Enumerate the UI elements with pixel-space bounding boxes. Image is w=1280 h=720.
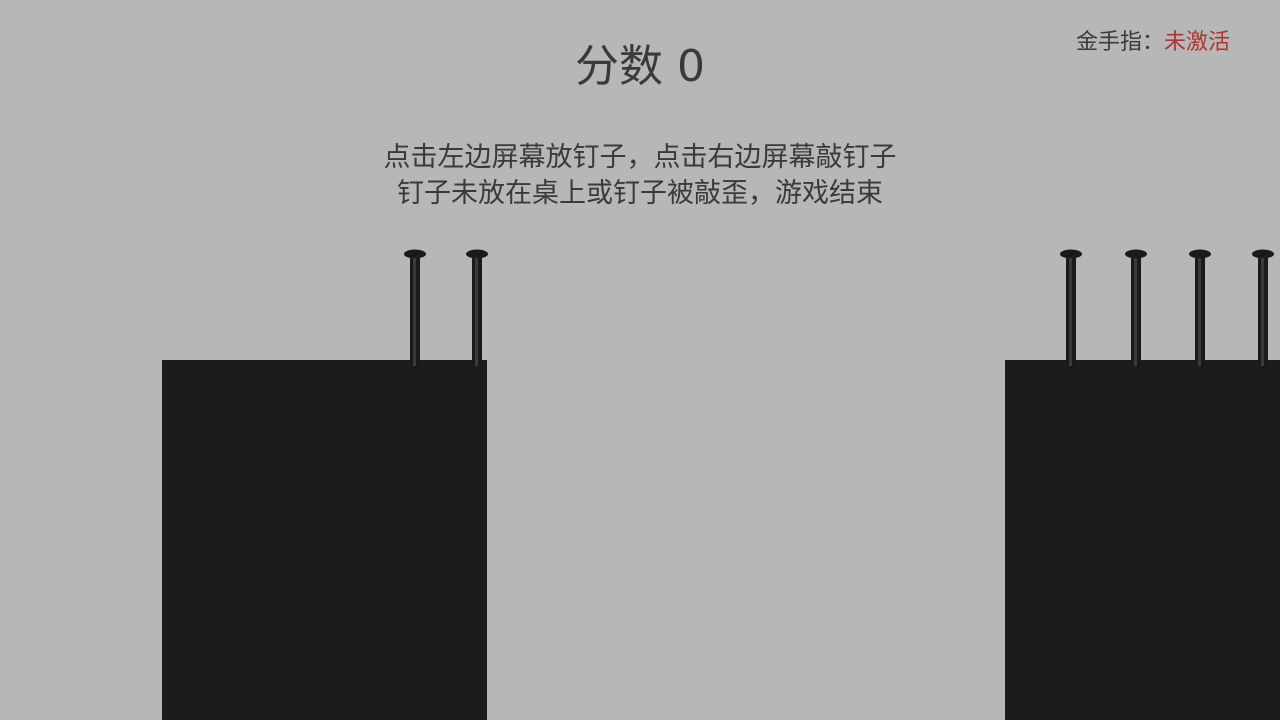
nail [1123,248,1149,370]
score-value: 0 [677,41,705,92]
cheat-label: 金手指： [1075,30,1164,55]
right-table [1005,360,1280,720]
cheat-indicator[interactable]: 金手指：未激活 [1076,28,1230,58]
instruction-line-2: 钉子未放在桌上或钉子被敲歪，游戏结束 [397,178,883,209]
cheat-status: 未激活 [1163,30,1230,55]
left-table [162,360,487,720]
nail [464,248,490,370]
instructions: 点击左边屏幕放钉子，点击右边屏幕敲钉子 钉子未放在桌上或钉子被敲歪，游戏结束 [0,140,1280,212]
nail [1058,248,1084,370]
instruction-line-1: 点击左边屏幕放钉子，点击右边屏幕敲钉子 [383,142,897,173]
score-label: 分数 [575,41,663,92]
nail [1250,248,1276,370]
nail [1187,248,1213,370]
nail [402,248,428,370]
game-canvas[interactable]: 分数 0 金手指：未激活 点击左边屏幕放钉子，点击右边屏幕敲钉子 钉子未放在桌上或… [0,0,1280,720]
